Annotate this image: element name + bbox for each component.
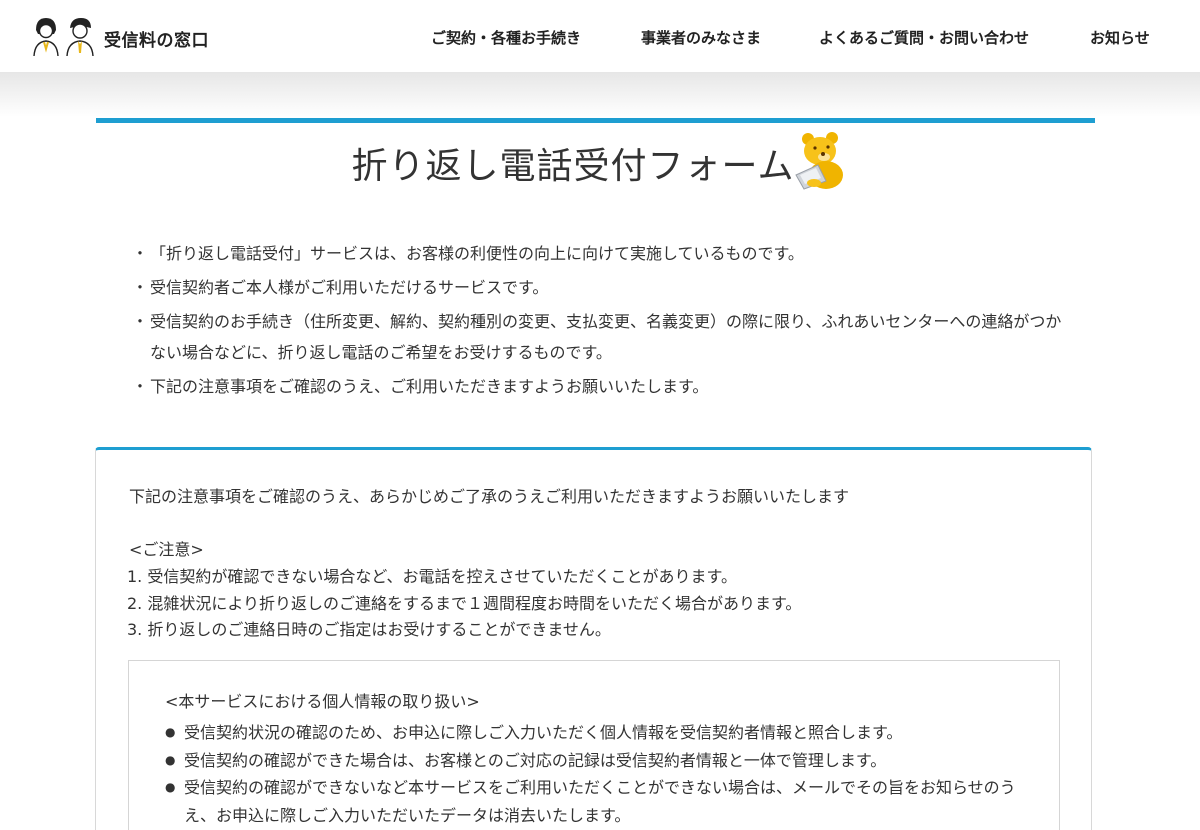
nav-faq-contact[interactable]: よくあるご質問・お問い合わせ [819,27,1029,48]
intro-item: ・ 受信契約者ご本人様がご利用いただけるサービスです。 [132,272,1072,303]
caution-title: <ご注意> [129,540,204,559]
logo-text: 受信料の窓口 [104,30,209,51]
notice-box: 下記の注意事項をご確認のうえ、あらかじめご了承のうえご利用いただきますようお願い… [95,447,1092,830]
intro-text: 受信契約者ご本人様がご利用いただけるサービスです。 [150,278,549,297]
two-people-icon [30,16,100,60]
privacy-text: 受信契約の確認ができないなど本サービスをご利用いただくことができない場合は、メー… [184,778,1016,825]
intro-text: 「折り返し電話受付」サービスは、お客様の利便性の向上に向けて実施しているものです… [150,244,804,263]
bear-mascot-icon [794,132,848,191]
bullet: ・ [132,377,149,396]
site-header: 受信料の窓口 ご契約・各種お手続き 事業者のみなさま よくあるご質問・お問い合わ… [0,0,1200,72]
privacy-item: ● 受信契約の確認ができた場合は、お客様とのご対応の記録は受信契約者情報と一体で… [165,747,1025,775]
nav-news[interactable]: お知らせ [1090,27,1150,48]
caution-item: 2. 混雑状況により折り返しのご連絡をするまで１週間程度お時間をいただく場合があ… [127,593,802,613]
caution-item: 1. 受信契約が確認できない場合など、お電話を控えさせていただくことがあります。 [127,567,737,586]
intro-item: ・ 下記の注意事項をご確認のうえ、ご利用いただきますようお願いいたします。 [132,371,1072,402]
privacy-text: 受信契約状況の確認のため、お申込に際しご入力いただく個人情報を受信契約者情報と照… [184,723,903,742]
privacy-title: <本サービスにおける個人情報の取り扱い> [165,692,480,711]
bullet: ・ [132,312,149,331]
notice-lead: 下記の注意事項をご確認のうえ、あらかじめご了承のうえご利用いただきますようお願い… [129,487,850,506]
nav-business-operators[interactable]: 事業者のみなさま [641,27,761,48]
header-shadow [0,72,1200,117]
intro-item: ・ 「折り返し電話受付」サービスは、お客様の利便性の向上に向けて実施しているもの… [132,238,1072,269]
page-title: 折り返し電話受付フォーム [351,146,795,187]
bullet: ● [165,725,176,739]
privacy-box: <本サービスにおける個人情報の取り扱い> ● 受信契約状況の確認のため、お申込に… [128,660,1060,830]
bullet: ・ [132,244,149,263]
nav-contract-procedures[interactable]: ご契約・各種お手続き [431,27,581,48]
site-logo[interactable]: 受信料の窓口 [30,18,209,58]
page-title-wrap: 折り返し電話受付フォーム [0,132,1200,191]
bullet: ・ [132,278,149,297]
intro-item: ・ 受信契約のお手続き（住所変更、解約、契約種別の変更、支払変更、名義変更）の際… [132,306,1072,368]
privacy-list: ● 受信契約状況の確認のため、お申込に際しご入力いただく個人情報を受信契約者情報… [165,719,1025,829]
privacy-item: ● 受信契約の確認ができないなど本サービスをご利用いただくことができない場合は、… [165,774,1025,829]
bullet: ● [165,752,176,767]
intro-text: 下記の注意事項をご確認のうえ、ご利用いただきますようお願いいたします。 [150,377,709,396]
title-accent-bar [96,118,1095,123]
intro-text: 受信契約のお手続き（住所変更、解約、契約種別の変更、支払変更、名義変更）の際に限… [150,312,1062,362]
intro-list: ・ 「折り返し電話受付」サービスは、お客様の利便性の向上に向けて実施しているもの… [132,238,1072,402]
caution-item: 3. 折り返しのご連絡日時のご指定はお受けすることができません。 [127,620,611,639]
privacy-text: 受信契約の確認ができた場合は、お客様とのご対応の記録は受信契約者情報と一体で管理… [184,750,887,770]
privacy-item: ● 受信契約状況の確認のため、お申込に際しご入力いただく個人情報を受信契約者情報… [165,719,1025,747]
caution-list: 1. 受信契約が確認できない場合など、お電話を控えさせていただくことがあります。… [127,564,801,644]
bullet: ● [165,780,176,794]
